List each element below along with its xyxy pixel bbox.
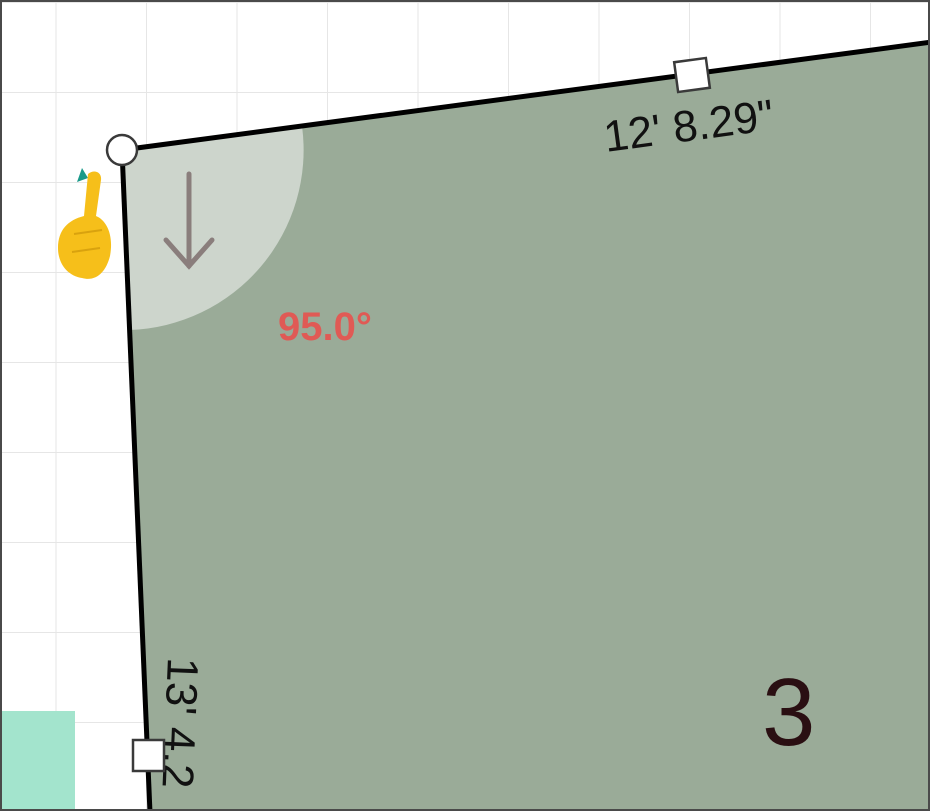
corner-vertex-handle[interactable] — [105, 133, 139, 167]
top-wall-midpoint-handle[interactable] — [672, 56, 712, 94]
corner-angle-label: 95.0° — [278, 305, 372, 349]
floor-plan-canvas[interactable]: 95.0° 12' 8.29" 13' 4.2 3 — [0, 0, 930, 811]
floor-plan-drawing: 95.0° 12' 8.29" 13' 4.2 3 — [2, 40, 928, 811]
left-wall-midpoint-handle[interactable] — [131, 738, 166, 773]
adjacent-room[interactable] — [2, 711, 75, 811]
pointing-hand-icon — [58, 168, 112, 279]
room-number-label: 3 — [762, 659, 815, 766]
